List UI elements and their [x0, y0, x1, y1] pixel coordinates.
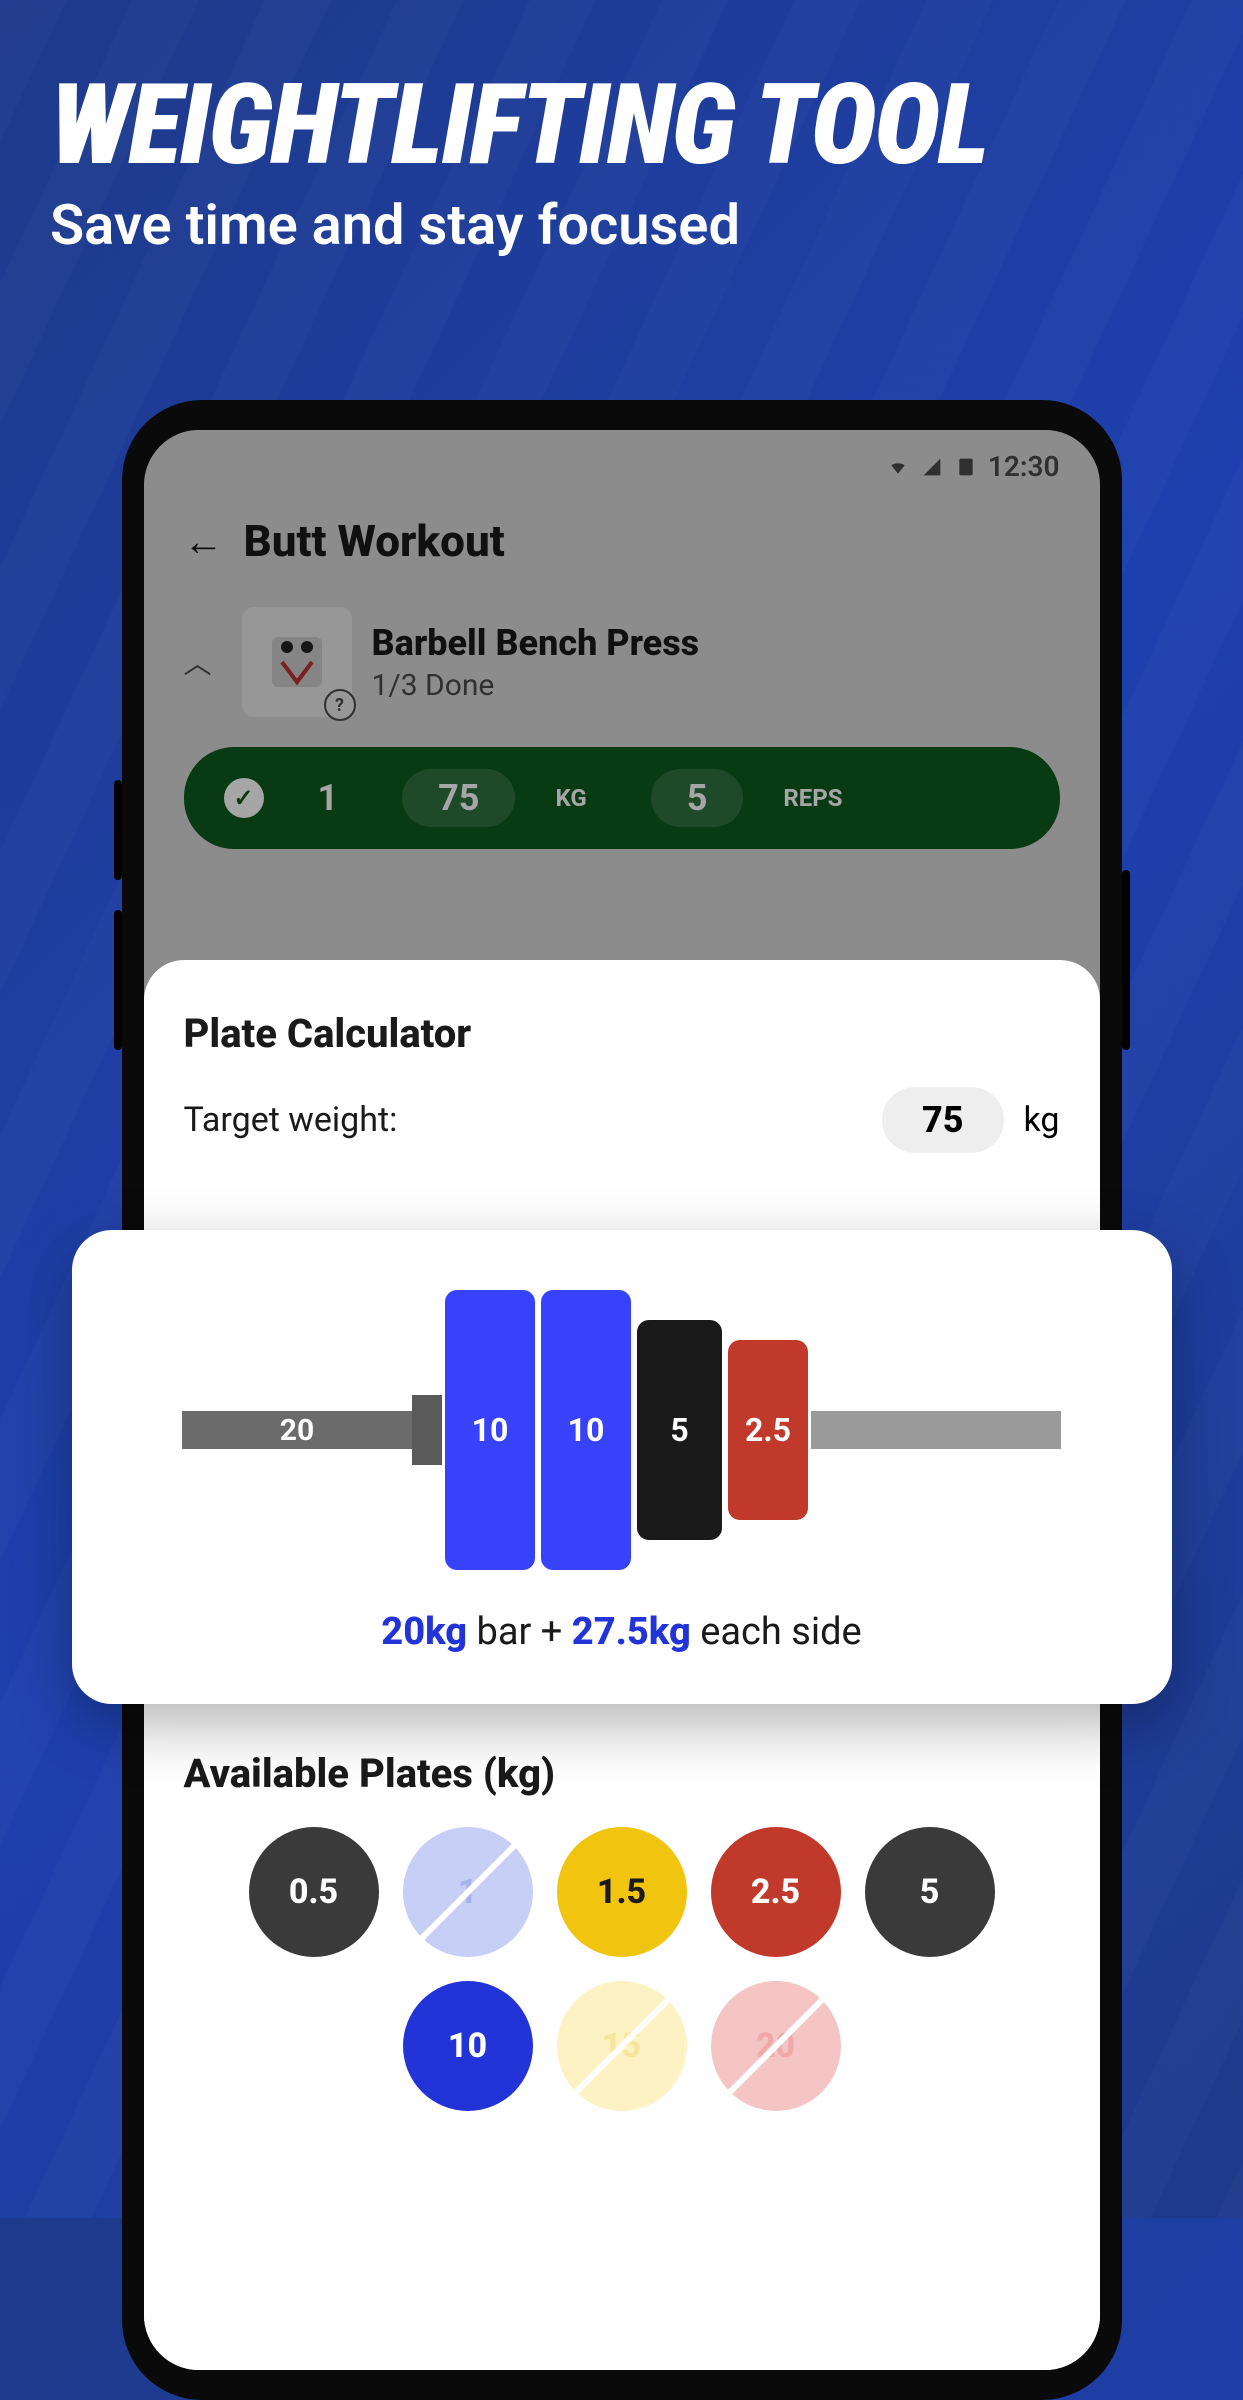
summary-bar-weight: 20kg [381, 1610, 467, 1654]
summary-mid-text: bar + [467, 1610, 572, 1654]
check-icon[interactable]: ✓ [224, 778, 264, 818]
plate-chip-10[interactable]: 10 [403, 1981, 533, 2111]
exercise-card[interactable]: ︿ Barbell Bench Press 1/3 Done [144, 597, 1100, 747]
summary-side-weight: 27.5kg [572, 1610, 691, 1654]
page-title: Butt Workout [244, 515, 505, 567]
plate-chip-15[interactable]: 15 [557, 1981, 687, 2111]
plate-chip-20[interactable]: 20 [711, 1981, 841, 2111]
collar [412, 1395, 442, 1465]
volume-down-button [114, 910, 122, 1050]
hero-subtitle: Save time and stay focused [50, 192, 1193, 258]
set-weight-value[interactable]: 75 [402, 769, 515, 827]
plate-chip-5[interactable]: 5 [865, 1827, 995, 1957]
status-bar: 12:30 [144, 430, 1100, 503]
set-weight-unit: KG [555, 784, 586, 812]
bar-right-segment [811, 1411, 1061, 1449]
target-weight-label: Target weight: [184, 1100, 398, 1140]
set-row[interactable]: ✓ 1 75 KG 5 REPS [184, 747, 1060, 849]
available-plates-title: Available Plates (kg) [184, 1750, 1060, 1797]
exercise-progress: 1/3 Done [372, 668, 1060, 703]
barbell-visualization: 20 10 10 5 2.5 [112, 1290, 1132, 1570]
exercise-image[interactable] [242, 607, 352, 717]
plate-chip-1[interactable]: 1 [403, 1827, 533, 1957]
plate-visualization-card: 20 10 10 5 2.5 20kg bar + 27.5kg each si… [72, 1230, 1172, 1704]
exercise-illustration-icon [262, 627, 332, 697]
volume-up-button [114, 780, 122, 880]
sheet-title: Plate Calculator [184, 1010, 1060, 1057]
target-weight-input[interactable]: 75 [882, 1087, 1004, 1153]
plate-5kg: 5 [637, 1320, 722, 1540]
signal-icon [918, 457, 946, 477]
plate-chip-0-5[interactable]: 0.5 [249, 1827, 379, 1957]
visualization-summary: 20kg bar + 27.5kg each side [112, 1610, 1132, 1654]
summary-end-text: each side [691, 1610, 862, 1654]
back-arrow-icon[interactable]: ← [184, 518, 224, 565]
plate-10kg: 10 [541, 1290, 631, 1570]
wifi-icon [884, 457, 912, 477]
set-reps-value[interactable]: 5 [651, 769, 744, 827]
plate-chip-2-5[interactable]: 2.5 [711, 1827, 841, 1957]
chevron-up-icon[interactable]: ︿ [184, 642, 222, 682]
hero-title: WEIGHTLIFTING TOOL [50, 70, 1193, 182]
bar-left-segment: 20 [182, 1411, 412, 1449]
plate-2-5kg: 2.5 [728, 1340, 808, 1520]
status-time: 12:30 [988, 450, 1060, 483]
available-plates-section: Available Plates (kg) 0.5 1 1.5 2.5 5 10… [144, 1690, 1100, 2370]
set-reps-unit: REPS [783, 784, 842, 812]
battery-icon [952, 457, 980, 477]
plate-10kg: 10 [445, 1290, 535, 1570]
plate-chip-1-5[interactable]: 1.5 [557, 1827, 687, 1957]
exercise-name: Barbell Bench Press [372, 622, 1060, 664]
target-weight-unit: kg [1024, 1100, 1060, 1140]
set-number: 1 [318, 777, 339, 819]
power-button [1122, 870, 1130, 1050]
app-header: ← Butt Workout [144, 503, 1100, 597]
